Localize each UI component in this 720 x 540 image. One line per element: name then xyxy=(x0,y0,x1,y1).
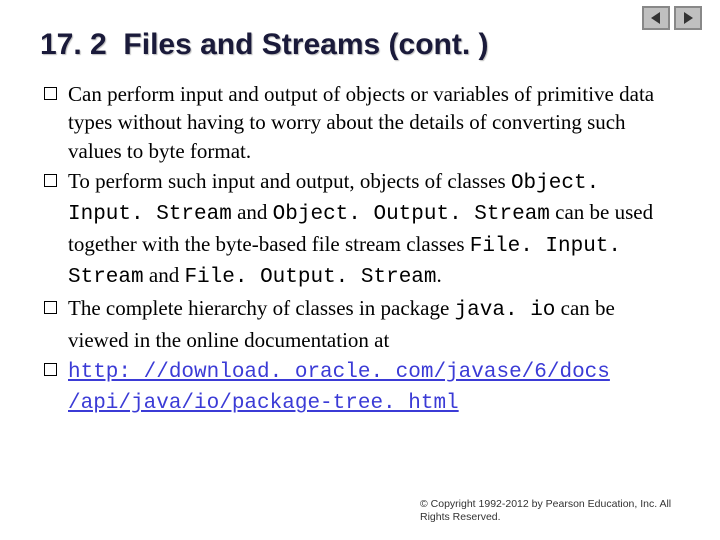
list-item: The complete hierarchy of classes in pac… xyxy=(68,294,680,354)
next-slide-button[interactable] xyxy=(674,6,702,30)
bullet-text: . xyxy=(437,263,442,287)
triangle-right-icon xyxy=(681,11,695,25)
code-text: File. Output. Stream xyxy=(184,266,436,289)
title-text: Files and Streams (cont. ) xyxy=(123,28,488,61)
slide-content: 17. 2 Files and Streams (cont. ) Can per… xyxy=(0,0,720,419)
section-number: 17. 2 xyxy=(40,28,107,61)
bullet-text: and xyxy=(144,263,185,287)
slide-title: 17. 2 Files and Streams (cont. ) xyxy=(40,28,680,62)
code-text: Object. Output. Stream xyxy=(273,203,550,226)
triangle-left-icon xyxy=(649,11,663,25)
code-text: java. io xyxy=(455,299,556,322)
bullet-text: To perform such input and output, object… xyxy=(68,169,511,193)
documentation-link[interactable]: http: //download. oracle. com/javase/6/d… xyxy=(68,361,610,415)
list-item: http: //download. oracle. com/javase/6/d… xyxy=(68,356,680,419)
bullet-text: The complete hierarchy of classes in pac… xyxy=(68,296,455,320)
bullet-text: Can perform input and output of objects … xyxy=(68,82,654,163)
bullet-list: Can perform input and output of objects … xyxy=(40,80,680,419)
prev-slide-button[interactable] xyxy=(642,6,670,30)
copyright-notice: © Copyright 1992-2012 by Pearson Educati… xyxy=(420,498,680,524)
list-item: Can perform input and output of objects … xyxy=(68,80,680,165)
nav-buttons xyxy=(642,6,702,30)
list-item: To perform such input and output, object… xyxy=(68,167,680,292)
bullet-text: and xyxy=(232,200,273,224)
